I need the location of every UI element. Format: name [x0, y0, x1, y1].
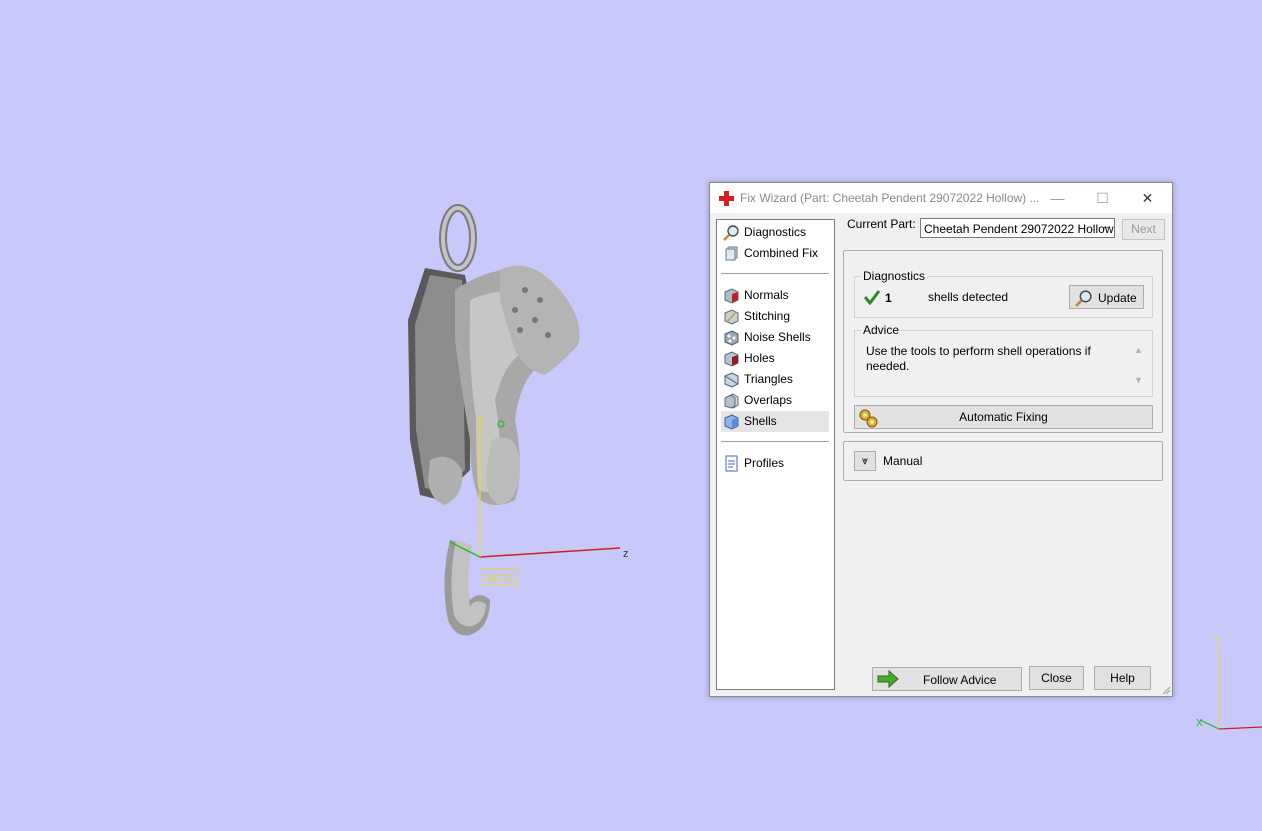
- nav-item-diagnostics[interactable]: Diagnostics: [721, 222, 829, 243]
- green-arrow-icon: [877, 670, 899, 688]
- manual-label: Manual: [883, 454, 923, 468]
- normals-icon: [724, 288, 739, 304]
- resize-grip-icon[interactable]: [1161, 685, 1171, 695]
- double-chevron-down-icon: ⩔: [861, 455, 869, 467]
- diagnostics-group: Diagnostics 1 shells detected Update: [854, 269, 1153, 318]
- checkmark-icon: [864, 290, 880, 305]
- nav-item-triangles[interactable]: Triangles: [721, 369, 829, 390]
- shells-detected-text: shells detected: [928, 290, 1009, 304]
- shells-icon: [724, 414, 739, 430]
- expand-manual-button[interactable]: ⩔: [854, 451, 876, 471]
- current-part-value: Cheetah Pendent 29072022 Hollow: [924, 222, 1114, 236]
- nav-item-overlaps[interactable]: Overlaps: [721, 390, 829, 411]
- mini-y-label: Y: [1214, 634, 1221, 645]
- scroll-up-icon[interactable]: ▲: [1134, 345, 1143, 355]
- next-button[interactable]: Next: [1122, 219, 1165, 240]
- nav-item-noise-shells[interactable]: Noise Shells: [721, 327, 829, 348]
- stitching-icon: [724, 309, 739, 325]
- nav-item-holes[interactable]: Holes: [721, 348, 829, 369]
- shell-count: 1: [885, 291, 892, 305]
- scroll-down-icon[interactable]: ▼: [1134, 375, 1143, 385]
- window-title: Fix Wizard (Part: Cheetah Pendent 290720…: [740, 191, 1040, 205]
- advice-group-title: Advice: [861, 323, 902, 337]
- wcs-label: WCS: [482, 568, 518, 586]
- fix-wizard-window: Fix Wizard (Part: Cheetah Pendent 290720…: [709, 182, 1173, 697]
- update-button[interactable]: Update: [1069, 285, 1144, 309]
- chevron-down-icon: ⌄: [1101, 221, 1110, 232]
- combined-fix-icon: [725, 246, 738, 261]
- nav-separator: [721, 441, 829, 442]
- nav-item-profiles[interactable]: Profiles: [721, 453, 829, 474]
- shells-panel: Diagnostics 1 shells detected Update Adv…: [843, 250, 1163, 433]
- help-button[interactable]: Help: [1094, 666, 1151, 690]
- update-button-label: Update: [1098, 291, 1137, 305]
- nav-item-stitching[interactable]: Stitching: [721, 306, 829, 327]
- z-axis-line: [479, 547, 621, 558]
- nav-separator: [721, 273, 829, 274]
- automatic-fixing-button[interactable]: Automatic Fixing: [854, 405, 1153, 429]
- red-cross-icon: [719, 191, 734, 206]
- close-window-button[interactable]: ✕: [1125, 183, 1170, 213]
- advice-group: Advice Use the tools to perform shell op…: [854, 323, 1153, 397]
- y-axis-label: y: [478, 414, 484, 426]
- current-part-select[interactable]: Cheetah Pendent 29072022 Hollow ⌄: [920, 218, 1115, 238]
- nav-item-shells[interactable]: Shells: [721, 411, 829, 432]
- z-axis-label: z: [623, 548, 629, 560]
- advice-scrollbar[interactable]: ▲ ▼: [1134, 345, 1144, 389]
- maximize-button[interactable]: ☐: [1080, 183, 1125, 213]
- nav-item-normals[interactable]: Normals: [721, 285, 829, 306]
- advice-text: Use the tools to perform shell operation…: [866, 344, 1091, 373]
- close-button[interactable]: Close: [1029, 666, 1084, 690]
- follow-advice-label: Follow Advice: [923, 673, 997, 687]
- automatic-fixing-label: Automatic Fixing: [959, 410, 1048, 424]
- fix-nav-list: Diagnostics Combined Fix Normals Stitchi…: [716, 219, 835, 690]
- current-part-label: Current Part:: [847, 217, 916, 231]
- follow-advice-button[interactable]: Follow Advice: [872, 667, 1022, 691]
- mini-x-label: X: [1196, 718, 1203, 729]
- nav-item-combined-fix[interactable]: Combined Fix: [721, 243, 829, 264]
- gears-icon: [859, 409, 878, 428]
- title-bar[interactable]: Fix Wizard (Part: Cheetah Pendent 290720…: [710, 183, 1172, 213]
- noise-shells-icon: [724, 330, 739, 346]
- magnifier-icon: [1075, 290, 1092, 307]
- diagnostics-group-title: Diagnostics: [861, 269, 928, 283]
- triangles-icon: [724, 372, 739, 388]
- manual-panel[interactable]: ⩔ Manual: [843, 441, 1163, 481]
- holes-icon: [724, 351, 739, 367]
- profiles-icon: [725, 455, 738, 472]
- minimize-button[interactable]: —: [1035, 183, 1080, 213]
- overlaps-icon: [724, 393, 739, 409]
- magnifier-icon: [723, 225, 739, 241]
- mini-axes-indicator: [1199, 642, 1262, 730]
